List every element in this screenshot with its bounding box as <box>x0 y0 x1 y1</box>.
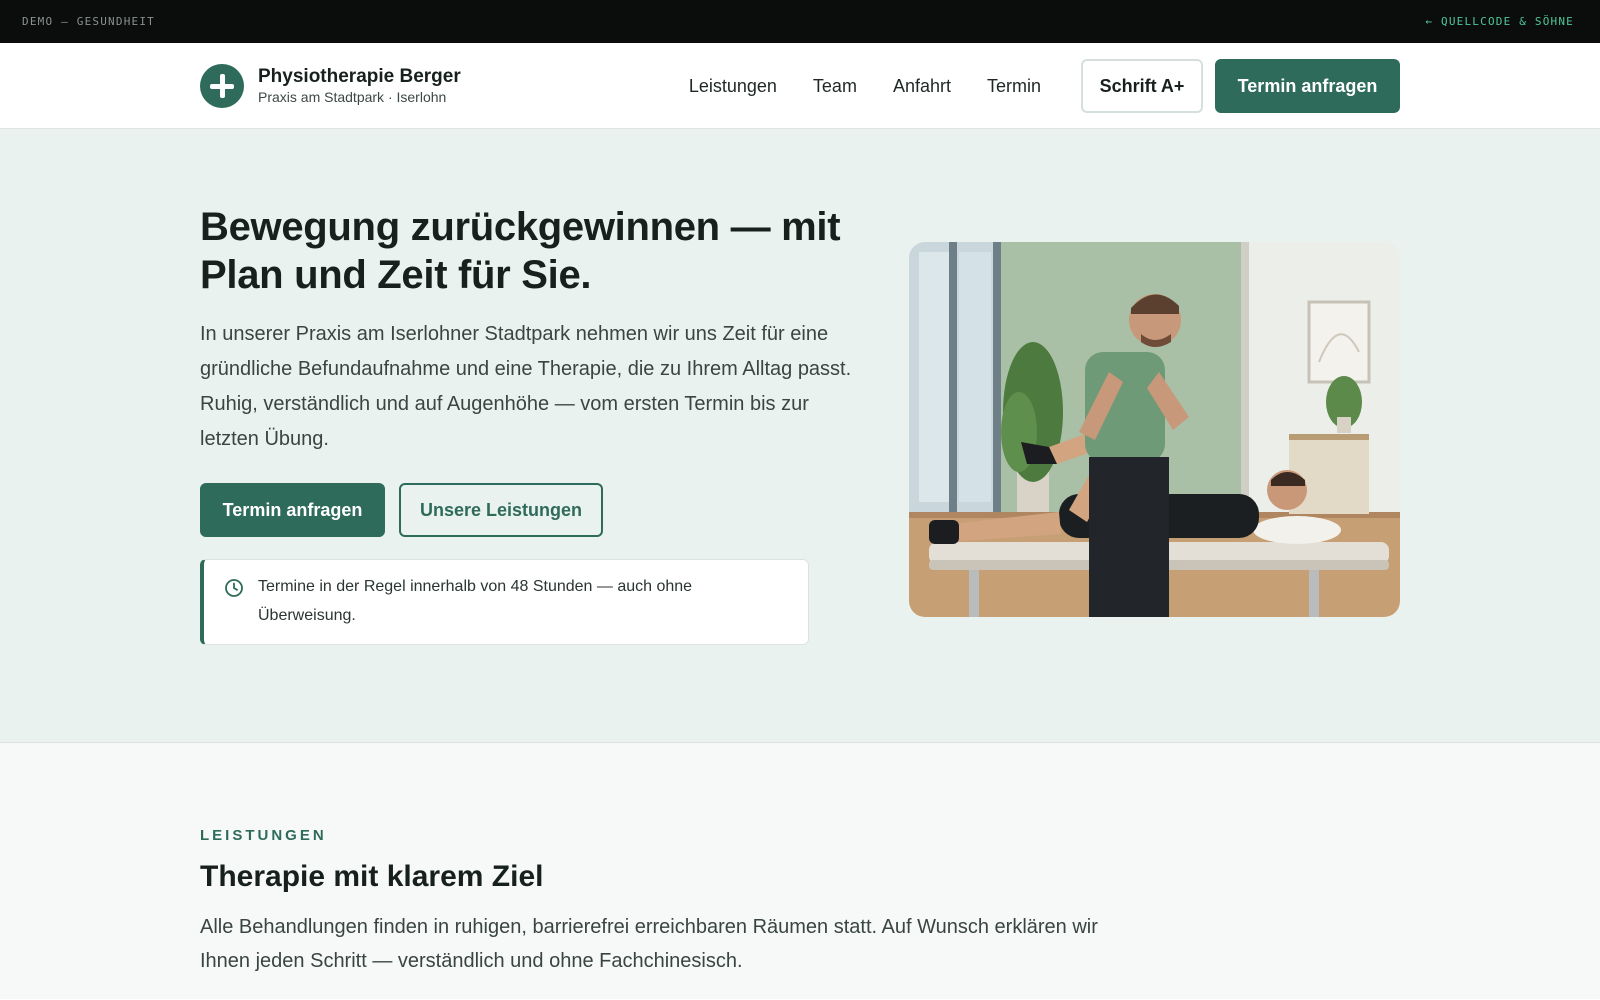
demo-label: DEMO — GESUNDHEIT <box>22 15 155 28</box>
therapy-session-illustration <box>909 242 1400 617</box>
hero-section: Bewegung zurückgewinnen — mit Plan und Z… <box>0 129 1600 743</box>
main-nav: Leistungen Team Anfahrt Termin <box>689 76 1041 97</box>
hero-title: Bewegung zurückgewinnen — mit Plan und Z… <box>200 205 841 297</box>
source-code-link[interactable]: ← QUELLCODE & SÖHNE <box>1425 15 1574 28</box>
nav-item-leistungen[interactable]: Leistungen <box>689 76 777 97</box>
hero-appointment-button[interactable]: Termin anfragen <box>200 483 385 537</box>
brand-name: Physiotherapie Berger <box>258 65 461 87</box>
header-appointment-button[interactable]: Termin anfragen <box>1215 59 1400 113</box>
services-section: LEISTUNGEN Therapie mit klarem Ziel Alle… <box>0 743 1600 999</box>
demo-bar: DEMO — GESUNDHEIT ← QUELLCODE & SÖHNE <box>0 0 1600 43</box>
font-size-button[interactable]: Schrift A+ <box>1081 59 1203 113</box>
nav-item-team[interactable]: Team <box>813 76 857 97</box>
nav-item-anfahrt[interactable]: Anfahrt <box>893 76 951 97</box>
availability-notice: Termine in der Regel innerhalb von 48 St… <box>200 559 809 645</box>
plus-cross-icon <box>200 64 244 108</box>
hero-lead: In unserer Praxis am Iserlohner Stadtpar… <box>200 323 852 450</box>
notice-text: Termine in der Regel innerhalb von 48 St… <box>258 578 693 624</box>
services-title: Therapie mit klarem Ziel <box>200 860 544 893</box>
clock-icon <box>225 579 243 597</box>
services-button[interactable]: Unsere Leistungen <box>399 483 603 537</box>
hero-photo <box>909 242 1400 617</box>
nav-item-termin[interactable]: Termin <box>987 76 1041 97</box>
site-header: Physiotherapie Berger Praxis am Stadtpar… <box>0 43 1600 129</box>
brand-subtitle: Praxis am Stadtpark · Iserlohn <box>258 88 447 105</box>
services-eyebrow: LEISTUNGEN <box>200 827 327 844</box>
services-lead: Alle Behandlungen finden in ruhigen, bar… <box>200 916 1098 972</box>
brand-home-link[interactable]: Physiotherapie Berger Praxis am Stadtpar… <box>200 64 461 108</box>
